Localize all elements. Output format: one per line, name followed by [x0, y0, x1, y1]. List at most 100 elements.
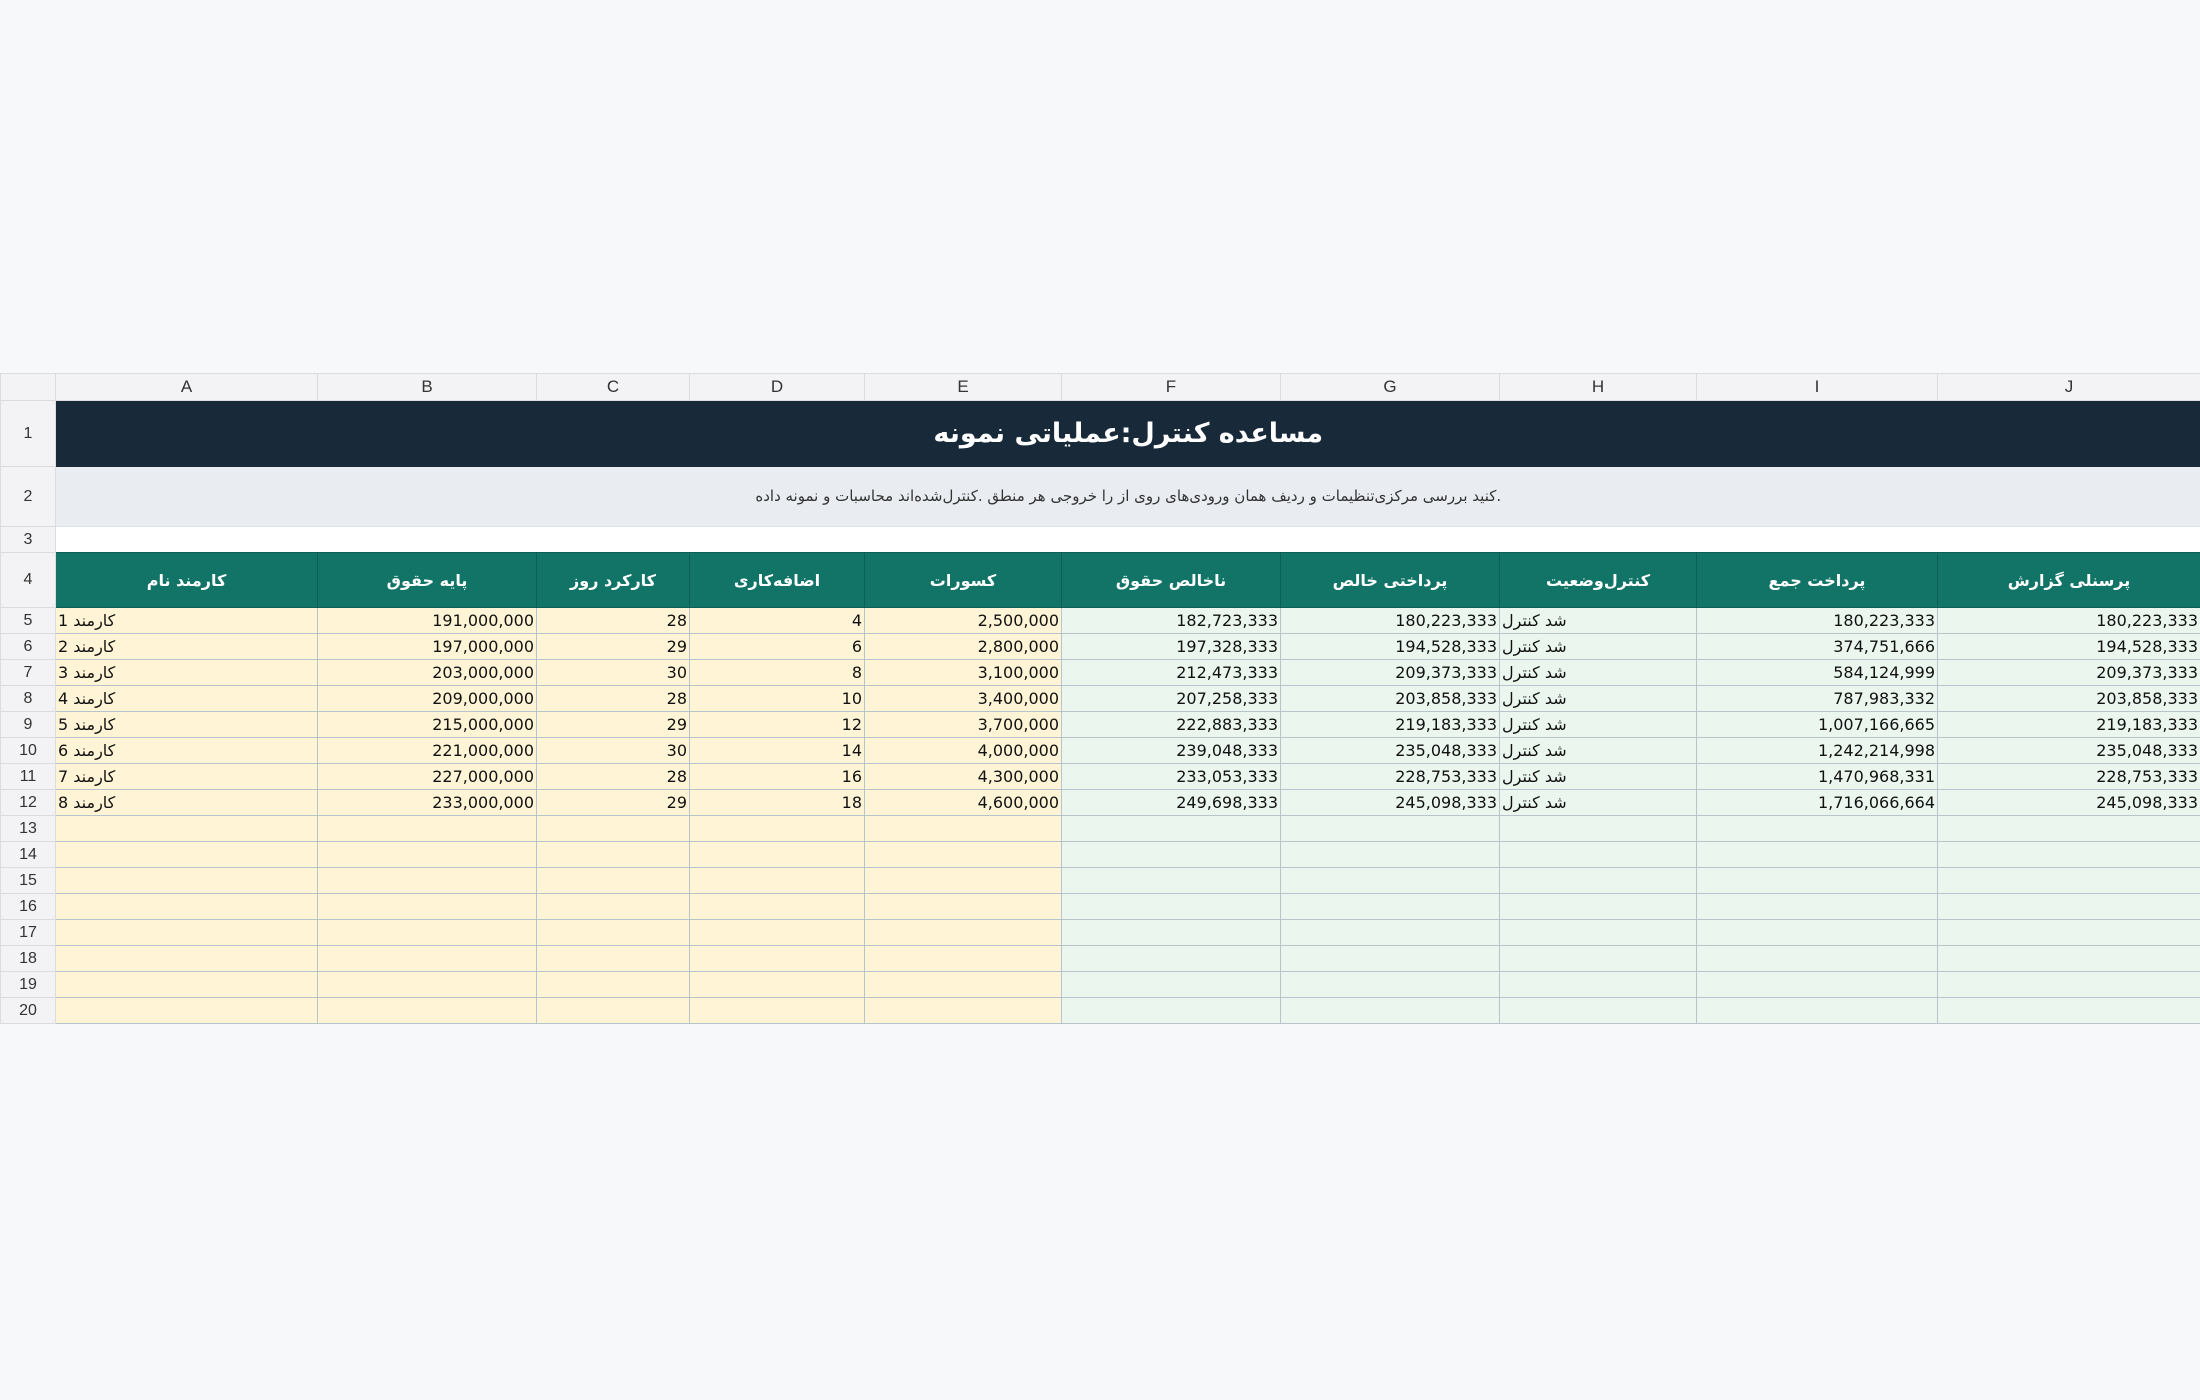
- cell-gross-salary[interactable]: 182,723,333: [1061, 607, 1281, 634]
- cell-control-status[interactable]: شد کنترل: [1499, 737, 1697, 764]
- cell-employee-name[interactable]: کارمند 8: [55, 789, 318, 816]
- cell-personnel-report[interactable]: 235,048,333: [1937, 737, 2200, 764]
- cell-control-status[interactable]: شد کنترل: [1499, 711, 1697, 738]
- cell-work-days[interactable]: [536, 919, 690, 946]
- cell-overtime[interactable]: 6: [689, 633, 865, 660]
- cell-work-days[interactable]: [536, 945, 690, 972]
- column-header-h[interactable]: H: [1499, 373, 1697, 401]
- cell-overtime[interactable]: [689, 919, 865, 946]
- cell-employee-name[interactable]: [55, 867, 318, 894]
- cell-deductions[interactable]: [864, 893, 1062, 920]
- cell-overtime[interactable]: [689, 841, 865, 868]
- cell-base-salary[interactable]: 209,000,000: [317, 685, 537, 712]
- row-number[interactable]: 16: [0, 893, 56, 920]
- cell-base-salary[interactable]: [317, 945, 537, 972]
- cell-net-pay[interactable]: [1280, 893, 1500, 920]
- cell-cumulative-pay[interactable]: [1696, 893, 1938, 920]
- cell-gross-salary[interactable]: 197,328,333: [1061, 633, 1281, 660]
- cell-deductions[interactable]: 4,600,000: [864, 789, 1062, 816]
- cell-gross-salary[interactable]: [1061, 867, 1281, 894]
- sheet-title[interactable]: مساعده کنترل:عملیاتی نمونه: [55, 400, 2200, 467]
- cell-work-days[interactable]: 29: [536, 789, 690, 816]
- cell-deductions[interactable]: [864, 867, 1062, 894]
- cell-gross-salary[interactable]: 249,698,333: [1061, 789, 1281, 816]
- header-net-pay[interactable]: پرداختی خالص: [1280, 552, 1500, 608]
- row-number[interactable]: 9: [0, 711, 56, 738]
- cell-net-pay[interactable]: 245,098,333: [1280, 789, 1500, 816]
- cell-cumulative-pay[interactable]: [1696, 815, 1938, 842]
- cell-employee-name[interactable]: کارمند 4: [55, 685, 318, 712]
- cell-work-days[interactable]: [536, 815, 690, 842]
- cell-base-salary[interactable]: 191,000,000: [317, 607, 537, 634]
- cell-employee-name[interactable]: کارمند 3: [55, 659, 318, 686]
- row-number[interactable]: 19: [0, 971, 56, 998]
- cell-cumulative-pay[interactable]: 584,124,999: [1696, 659, 1938, 686]
- cell-deductions[interactable]: 3,400,000: [864, 685, 1062, 712]
- row-number[interactable]: 17: [0, 919, 56, 946]
- row-number[interactable]: 1: [0, 400, 56, 467]
- cell-gross-salary[interactable]: [1061, 997, 1281, 1024]
- cell-control-status[interactable]: [1499, 997, 1697, 1024]
- cell-overtime[interactable]: [689, 893, 865, 920]
- column-header-c[interactable]: C: [536, 373, 690, 401]
- cell-gross-salary[interactable]: [1061, 945, 1281, 972]
- cell-employee-name[interactable]: کارمند 6: [55, 737, 318, 764]
- cell-gross-salary[interactable]: 239,048,333: [1061, 737, 1281, 764]
- cell-personnel-report[interactable]: [1937, 867, 2200, 894]
- cell-cumulative-pay[interactable]: 1,242,214,998: [1696, 737, 1938, 764]
- cell-base-salary[interactable]: [317, 867, 537, 894]
- row-number[interactable]: 18: [0, 945, 56, 972]
- cell-employee-name[interactable]: کارمند 7: [55, 763, 318, 790]
- header-employee-name[interactable]: کارمند نام: [55, 552, 318, 608]
- cell-cumulative-pay[interactable]: [1696, 919, 1938, 946]
- cell-gross-salary[interactable]: 207,258,333: [1061, 685, 1281, 712]
- cell-base-salary[interactable]: 221,000,000: [317, 737, 537, 764]
- row-number[interactable]: 10: [0, 737, 56, 764]
- cell-net-pay[interactable]: 194,528,333: [1280, 633, 1500, 660]
- cell-deductions[interactable]: 2,800,000: [864, 633, 1062, 660]
- column-header-f[interactable]: F: [1061, 373, 1281, 401]
- cell-employee-name[interactable]: [55, 815, 318, 842]
- cell-deductions[interactable]: [864, 841, 1062, 868]
- row-number[interactable]: 8: [0, 685, 56, 712]
- column-header-a[interactable]: A: [55, 373, 318, 401]
- cell-gross-salary[interactable]: [1061, 841, 1281, 868]
- cell-net-pay[interactable]: [1280, 841, 1500, 868]
- cell-control-status[interactable]: شد کنترل: [1499, 763, 1697, 790]
- cell-cumulative-pay[interactable]: 374,751,666: [1696, 633, 1938, 660]
- cell-base-salary[interactable]: [317, 919, 537, 946]
- cell-gross-salary[interactable]: [1061, 971, 1281, 998]
- cell-control-status[interactable]: [1499, 945, 1697, 972]
- row-number[interactable]: 3: [0, 526, 56, 553]
- cell-employee-name[interactable]: [55, 841, 318, 868]
- cell-deductions[interactable]: 4,300,000: [864, 763, 1062, 790]
- cell-base-salary[interactable]: [317, 997, 537, 1024]
- cell-employee-name[interactable]: [55, 919, 318, 946]
- cell-employee-name[interactable]: [55, 945, 318, 972]
- cell-deductions[interactable]: 3,700,000: [864, 711, 1062, 738]
- cell-gross-salary[interactable]: 212,473,333: [1061, 659, 1281, 686]
- cell-work-days[interactable]: 29: [536, 711, 690, 738]
- header-control-status[interactable]: کنترل‌وضعیت: [1499, 552, 1697, 608]
- cell-control-status[interactable]: شد کنترل: [1499, 633, 1697, 660]
- cell-overtime[interactable]: 4: [689, 607, 865, 634]
- cell-net-pay[interactable]: 180,223,333: [1280, 607, 1500, 634]
- row-number[interactable]: 7: [0, 659, 56, 686]
- cell-personnel-report[interactable]: [1937, 997, 2200, 1024]
- cell-cumulative-pay[interactable]: [1696, 997, 1938, 1024]
- row-number[interactable]: 20: [0, 997, 56, 1024]
- cell-cumulative-pay[interactable]: [1696, 867, 1938, 894]
- row-number[interactable]: 15: [0, 867, 56, 894]
- cell-personnel-report[interactable]: 203,858,333: [1937, 685, 2200, 712]
- cell-cumulative-pay[interactable]: 1,007,166,665: [1696, 711, 1938, 738]
- cell-work-days[interactable]: 28: [536, 685, 690, 712]
- row-number[interactable]: 6: [0, 633, 56, 660]
- cell-personnel-report[interactable]: [1937, 815, 2200, 842]
- cell-deductions[interactable]: 3,100,000: [864, 659, 1062, 686]
- select-all-corner[interactable]: [0, 373, 56, 401]
- cell-overtime[interactable]: 16: [689, 763, 865, 790]
- cell-overtime[interactable]: [689, 945, 865, 972]
- cell-net-pay[interactable]: 209,373,333: [1280, 659, 1500, 686]
- cell-gross-salary[interactable]: [1061, 815, 1281, 842]
- cell-base-salary[interactable]: 227,000,000: [317, 763, 537, 790]
